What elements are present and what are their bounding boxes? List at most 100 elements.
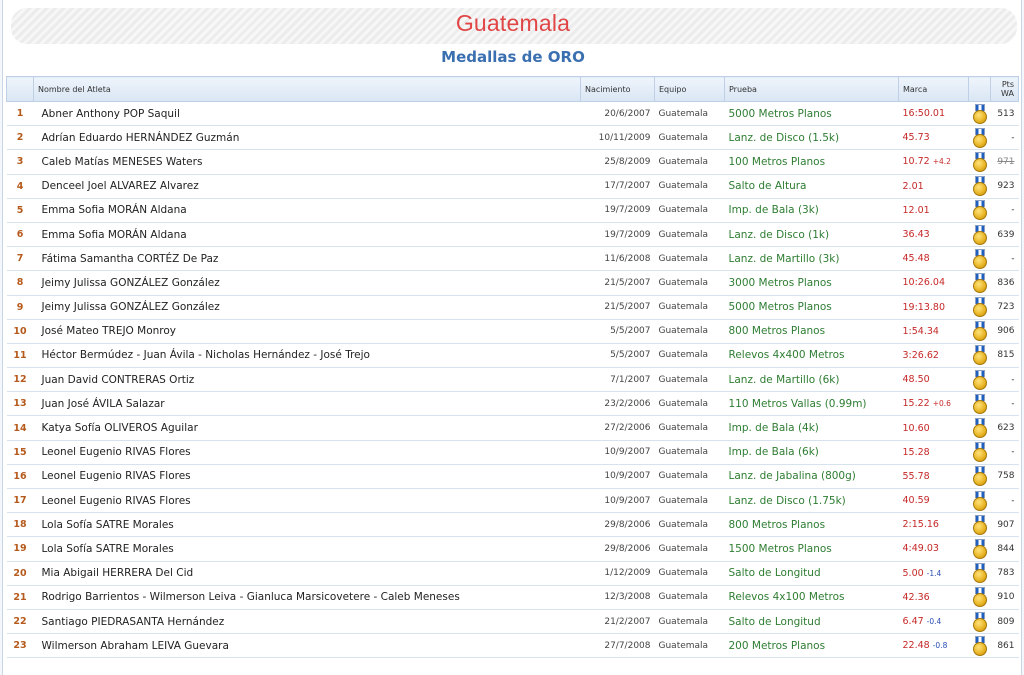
- athlete-name[interactable]: Adrían Eduardo HERNÁNDEZ Guzmán: [33, 125, 581, 151]
- event-name[interactable]: Imp. de Bala (4k): [724, 415, 899, 441]
- athlete-name[interactable]: Emma Sofia MORÁN Aldana: [33, 222, 581, 248]
- mark-value: 10:26.04: [902, 277, 946, 289]
- event-name[interactable]: 110 Metros Vallas (0.99m): [724, 391, 899, 417]
- medal-cell: [968, 270, 991, 296]
- row-number: 8: [6, 270, 34, 296]
- wind-reading: -0.4: [926, 617, 942, 627]
- birth-date: 25/8/2009: [580, 149, 655, 175]
- athlete-name[interactable]: Wilmerson Abraham LEIVA Guevara: [33, 633, 581, 659]
- event-name[interactable]: 800 Metros Planos: [724, 319, 899, 344]
- wa-points-value: 907: [997, 519, 1015, 530]
- result-mark: 15.22 +0.6: [898, 391, 969, 417]
- event-name[interactable]: Salto de Longitud: [724, 561, 899, 586]
- team-name: Guatemala: [654, 222, 725, 248]
- athlete-name[interactable]: Héctor Bermúdez - Juan Ávila - Nicholas …: [33, 343, 581, 369]
- athlete-name[interactable]: Abner Anthony POP Saquil: [33, 101, 581, 127]
- gold-medal-icon: [972, 176, 988, 197]
- athlete-name[interactable]: Juan David CONTRERAS Ortiz: [33, 367, 581, 393]
- athlete-name[interactable]: Katya Sofía OLIVEROS Aguilar: [33, 415, 581, 441]
- athlete-name[interactable]: Mia Abigail HERRERA Del Cid: [33, 561, 581, 586]
- athlete-name[interactable]: Santiago PIEDRASANTA Hernández: [33, 609, 581, 635]
- medal-cell: [968, 512, 991, 538]
- wa-points-value: 815: [997, 350, 1015, 361]
- athlete-name[interactable]: Jeimy Julissa GONZÁLEZ González: [33, 270, 581, 296]
- event-name[interactable]: 5000 Metros Planos: [724, 101, 899, 127]
- medal-cell: [968, 440, 991, 465]
- header-mark[interactable]: Marca: [898, 76, 969, 102]
- event-name[interactable]: Lanz. de Martillo (6k): [724, 367, 899, 393]
- mark-value: 45.73: [902, 132, 930, 144]
- athlete-name[interactable]: Leonel Eugenio RIVAS Flores: [33, 440, 581, 465]
- wa-points: 971: [990, 149, 1019, 175]
- mark-value: 48.50: [902, 374, 930, 386]
- row-number: 20: [6, 561, 34, 586]
- athlete-name[interactable]: Leonel Eugenio RIVAS Flores: [33, 464, 581, 490]
- medal-cell: [968, 174, 991, 199]
- medal-cell: [968, 464, 991, 490]
- gold-medal-icon: [972, 369, 988, 390]
- event-name[interactable]: Imp. de Bala (6k): [724, 440, 899, 465]
- header-name[interactable]: Nombre del Atleta: [33, 76, 581, 102]
- header-pts[interactable]: Pts WA: [990, 76, 1019, 102]
- event-name[interactable]: 100 Metros Planos: [724, 149, 899, 175]
- header-birth[interactable]: Nacimiento: [580, 76, 655, 102]
- team-name: Guatemala: [654, 512, 725, 538]
- event-name[interactable]: Lanz. de Martillo (3k): [724, 246, 899, 272]
- event-name[interactable]: Lanz. de Jabalina (800g): [724, 464, 899, 490]
- wa-points: -: [990, 367, 1019, 393]
- team-name: Guatemala: [654, 367, 725, 393]
- header-pts-line2: WA: [1001, 89, 1014, 98]
- result-mark: 45.73: [898, 125, 969, 151]
- table-row: 20 Mia Abigail HERRERA Del Cid 1/12/2009 Gu…: [6, 561, 1019, 586]
- team-name: Guatemala: [654, 101, 725, 127]
- medal-cell: [968, 536, 991, 562]
- page-subtitle: Medallas de ORO: [441, 48, 585, 66]
- event-name[interactable]: Relevos 4x100 Metros: [724, 585, 899, 610]
- athlete-name[interactable]: Caleb Matías MENESES Waters: [33, 149, 581, 175]
- event-name[interactable]: 1500 Metros Planos: [724, 536, 899, 562]
- event-name[interactable]: Lanz. de Disco (1.5k): [724, 125, 899, 151]
- event-name[interactable]: 5000 Metros Planos: [724, 295, 899, 320]
- team-name: Guatemala: [654, 246, 725, 272]
- event-name[interactable]: Imp. de Bala (3k): [724, 198, 899, 223]
- event-name[interactable]: Salto de Altura: [724, 174, 899, 199]
- result-mark: 10.60: [898, 415, 969, 441]
- athlete-name[interactable]: Lola Sofía SATRE Morales: [33, 512, 581, 538]
- event-name[interactable]: Salto de Longitud: [724, 609, 899, 635]
- gold-medal-icon: [972, 563, 988, 584]
- result-mark: 12.01: [898, 198, 969, 223]
- birth-date: 10/9/2007: [580, 440, 655, 465]
- athlete-name[interactable]: Rodrigo Barrientos - Wilmerson Leiva - G…: [33, 585, 581, 610]
- athlete-name[interactable]: Emma Sofia MORÁN Aldana: [33, 198, 581, 223]
- medal-cell: [968, 367, 991, 393]
- medal-cell: [968, 585, 991, 610]
- header-pts-line1: Pts: [1001, 80, 1014, 89]
- result-mark: 55.78: [898, 464, 969, 490]
- table-row: 8 Jeimy Julissa GONZÁLEZ González 21/5/200…: [6, 270, 1019, 296]
- birth-date: 21/5/2007: [580, 295, 655, 320]
- athlete-name[interactable]: José Mateo TREJO Monroy: [33, 319, 581, 344]
- event-name[interactable]: Lanz. de Disco (1k): [724, 222, 899, 248]
- event-name[interactable]: 200 Metros Planos: [724, 633, 899, 659]
- event-name[interactable]: 800 Metros Planos: [724, 512, 899, 538]
- athlete-name[interactable]: Juan José ÁVILA Salazar: [33, 391, 581, 417]
- header-event[interactable]: Prueba: [724, 76, 899, 102]
- wa-points: 923: [990, 174, 1019, 199]
- event-name[interactable]: Relevos 4x400 Metros: [724, 343, 899, 369]
- header-team[interactable]: Equipo: [654, 76, 725, 102]
- athlete-name[interactable]: Denceel Joel ALVAREZ Alvarez: [33, 174, 581, 199]
- gold-medal-icon: [972, 393, 988, 414]
- event-name[interactable]: 3000 Metros Planos: [724, 270, 899, 296]
- team-name: Guatemala: [654, 415, 725, 441]
- result-mark: 36.43: [898, 222, 969, 248]
- birth-date: 23/2/2006: [580, 391, 655, 417]
- athlete-name[interactable]: Lola Sofía SATRE Morales: [33, 536, 581, 562]
- table-row: 4 Denceel Joel ALVAREZ Alvarez 17/7/2007 Gu…: [6, 174, 1019, 199]
- wa-points: 723: [990, 295, 1019, 320]
- event-name[interactable]: Lanz. de Disco (1.75k): [724, 488, 899, 514]
- birth-date: 17/7/2007: [580, 174, 655, 199]
- athlete-name[interactable]: Fátima Samantha CORTÉZ De Paz: [33, 246, 581, 272]
- athlete-name[interactable]: Leonel Eugenio RIVAS Flores: [33, 488, 581, 514]
- athlete-name[interactable]: Jeimy Julissa GONZÁLEZ González: [33, 295, 581, 320]
- row-number: 22: [6, 609, 34, 635]
